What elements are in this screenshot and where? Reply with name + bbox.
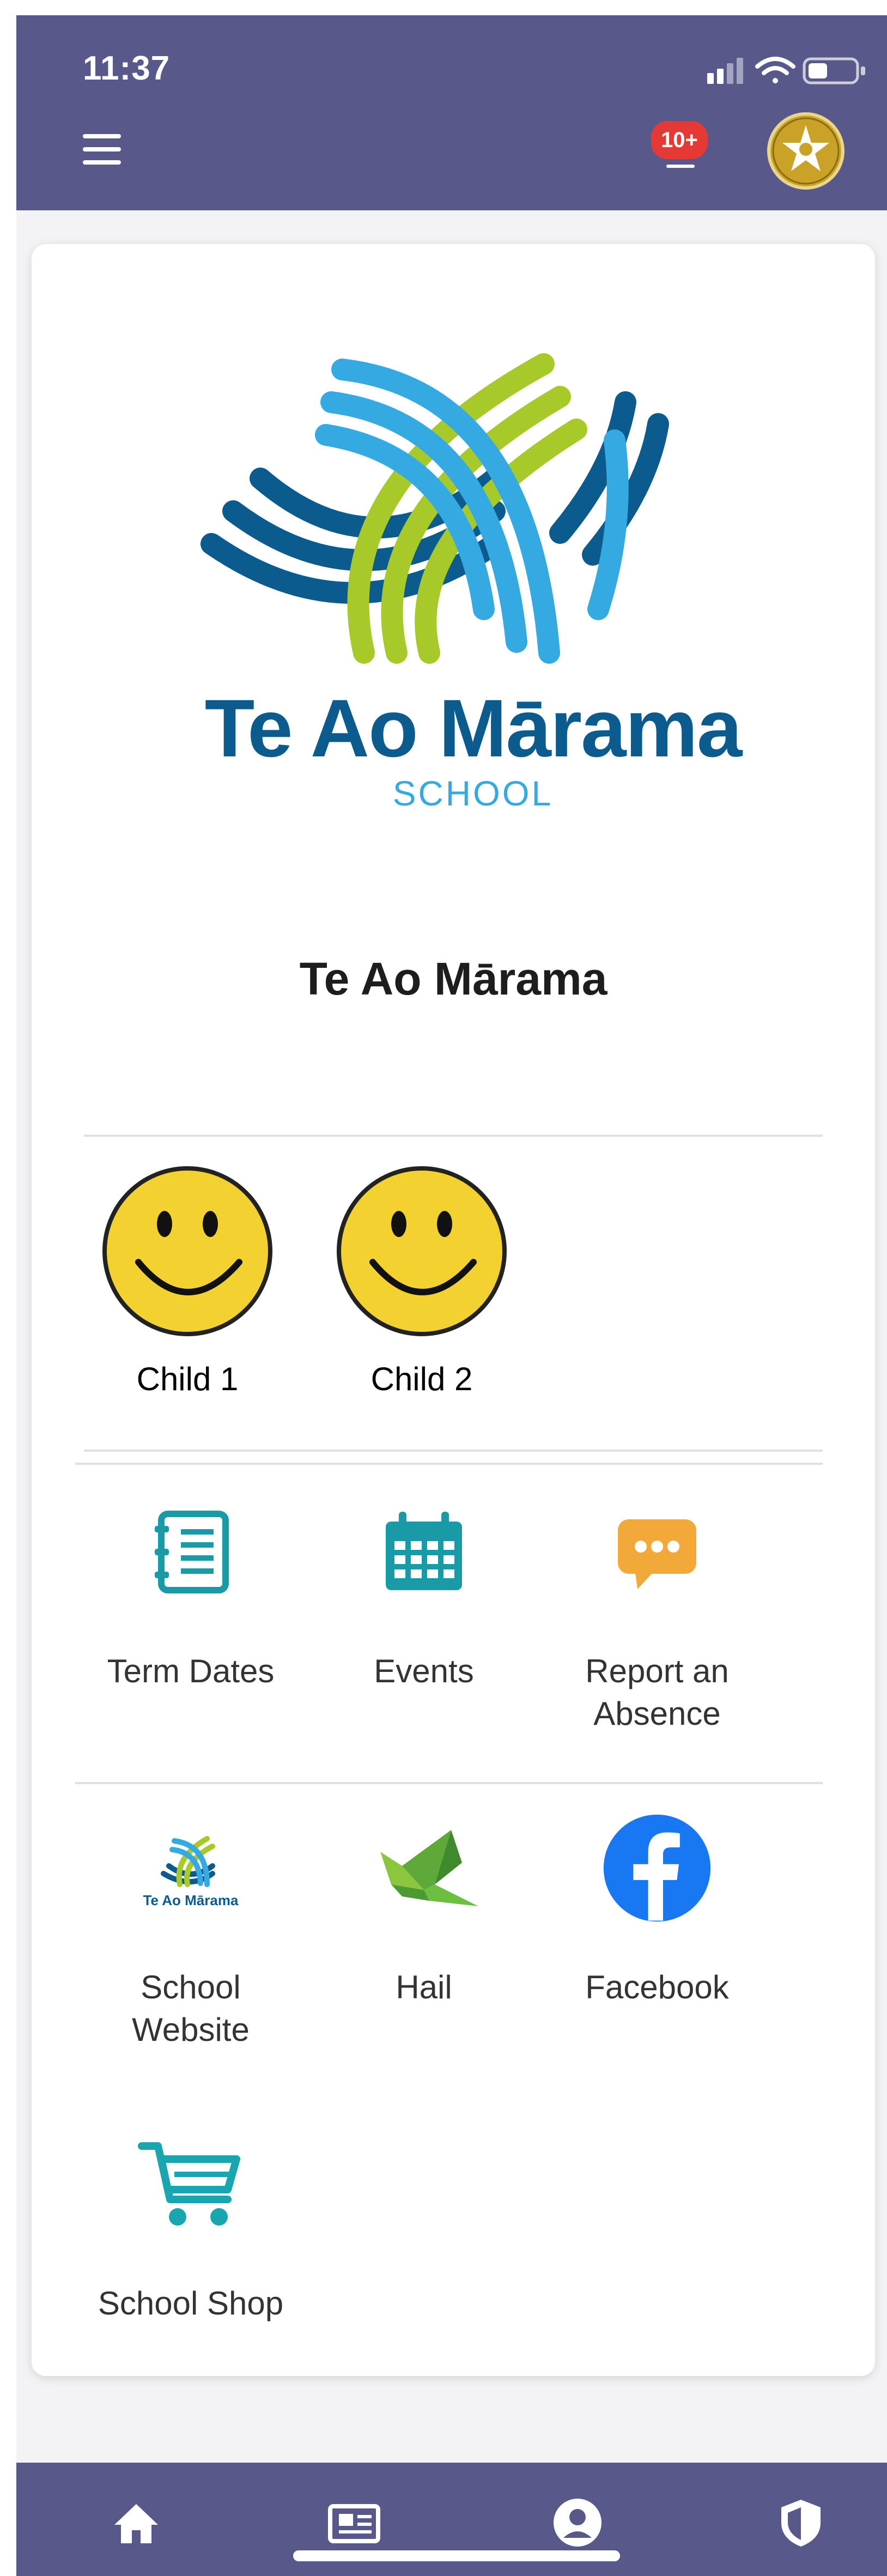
tile-label: Events [374,1653,474,1689]
child-name: Child 1 [136,1361,239,1397]
school-logo: Te Ao Mārama SCHOOL [201,353,744,813]
shopping-cart-icon [136,2130,245,2239]
hail-tile[interactable]: Hail [320,1814,527,2009]
logo-wordmark: Te Ao Mārama [205,682,743,774]
smiley-face-icon [100,1164,275,1338]
divider [75,1782,823,1784]
home-indicator [293,2550,620,2561]
child-card[interactable]: Child 1 [100,1164,275,1398]
child-name: Child 2 [370,1361,473,1397]
app-screen: 11:37 10+ Te Ao Mārama SCHOOL Te Ao Māra… [16,15,887,2576]
battery-icon [803,57,865,84]
notification-count-badge: 10+ [651,121,708,159]
tile-label: Term Dates [107,1653,275,1689]
calendar-icon [369,1498,478,1607]
newspaper-icon[interactable] [327,2495,381,2550]
svg-text:Te Ao Mārama: Te Ao Mārama [143,1892,239,1908]
school-website-tile[interactable]: Te Ao Mārama School Website [87,1814,294,2051]
term-dates-tile[interactable]: Term Dates [87,1498,294,1693]
notifications-button[interactable]: 10+ [651,114,711,174]
notebook-icon [136,1498,245,1607]
wifi-icon [755,57,795,83]
divider [84,1135,823,1137]
school-crest-icon[interactable] [767,112,845,190]
divider [75,1463,823,1465]
tile-label: Facebook [585,1969,729,2005]
tile-label: Hail [396,1969,452,2005]
chat-bubble-icon [603,1498,712,1607]
status-time: 11:37 [83,50,171,87]
school-card: Te Ao Mārama SCHOOL Te Ao Mārama Child 1 [32,244,875,2376]
shield-icon[interactable] [774,2495,828,2550]
bell-icon [666,165,695,168]
signal-icon [707,58,743,84]
school-shop-tile[interactable]: School Shop [87,2130,294,2325]
tile-label: Report an Absence [585,1653,729,1732]
facebook-tile[interactable]: Facebook [554,1814,761,2009]
status-icons [707,53,871,86]
events-tile[interactable]: Events [320,1498,527,1693]
tile-label: School Website [132,1969,250,2048]
divider [84,1450,823,1452]
report-absence-tile[interactable]: Report an Absence [554,1498,761,1735]
home-icon[interactable] [109,2495,163,2550]
logo-subtitle: SCHOOL [393,774,553,813]
account-icon[interactable] [550,2495,605,2550]
child-card[interactable]: Child 2 [335,1164,509,1398]
school-logo-icon: Te Ao Mārama [136,1814,245,1923]
tile-label: School Shop [98,2285,284,2322]
school-name: Te Ao Mārama [299,953,607,1004]
top-bar: 11:37 10+ [16,15,887,210]
smiley-face-icon [335,1164,509,1338]
facebook-icon [603,1814,712,1923]
hail-bird-icon [369,1814,478,1923]
weave-emblem-icon [201,353,669,664]
hamburger-menu-icon[interactable] [83,134,121,165]
